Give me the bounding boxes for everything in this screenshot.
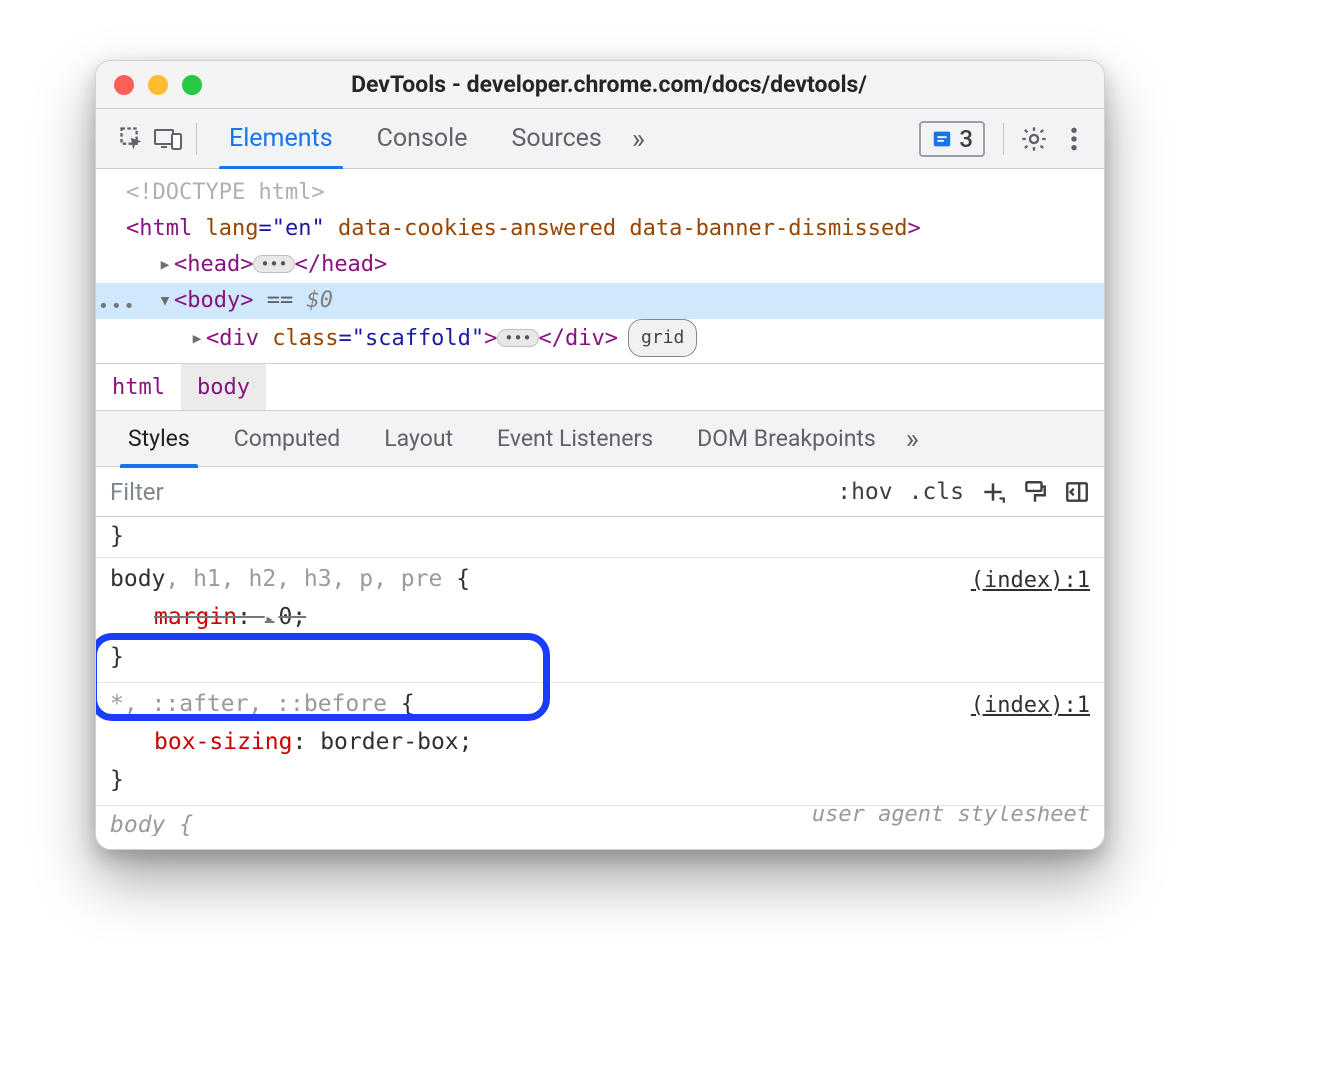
close-window-button[interactable] [114, 75, 134, 95]
expand-triangle-icon[interactable]: ▸ [158, 247, 172, 283]
ellipsis-icon[interactable]: ••• [253, 255, 294, 273]
styles-tools: :hov .cls [837, 479, 1104, 505]
user-agent-label: user agent stylesheet [812, 806, 1090, 834]
dom-html-element[interactable]: <html lang="en" data-cookies-answered da… [96, 211, 1104, 247]
plus-icon [980, 479, 1006, 505]
style-selector[interactable]: body, h1, h2, h3, p, pre { [110, 560, 1090, 598]
style-rule-truncated[interactable]: } [96, 517, 1104, 558]
styles-subtabs: Styles Computed Layout Event Listeners D… [96, 411, 1104, 467]
computed-sidebar-toggle[interactable] [1064, 479, 1090, 505]
style-rule-user-agent[interactable]: body { user agent stylesheet [96, 806, 1104, 836]
settings-button[interactable] [1014, 119, 1054, 159]
style-rule-universal[interactable]: (index):1 *, ::after, ::before { box-siz… [96, 683, 1104, 806]
more-subtabs-button[interactable]: » [898, 422, 927, 455]
subtab-event-listeners[interactable]: Event Listeners [475, 411, 675, 467]
more-menu-button[interactable] [1054, 119, 1094, 159]
styles-pane[interactable]: } (index):1 body, h1, h2, h3, p, pre { m… [96, 517, 1104, 849]
dom-head-element[interactable]: ▸<head>•••</head> [96, 247, 1104, 283]
hov-toggle[interactable]: :hov [837, 479, 892, 505]
dom-tree-panel[interactable]: <!DOCTYPE html> <html lang="en" data-coo… [96, 169, 1104, 363]
gear-icon [1020, 125, 1048, 153]
device-toggle-icon[interactable] [150, 121, 186, 157]
issues-badge[interactable]: 3 [919, 121, 985, 157]
inspect-element-icon[interactable] [114, 121, 150, 157]
dom-announcement-banner[interactable]: ▸<announcement-banner class="cookie-bann… [96, 357, 1104, 363]
grid-badge[interactable]: grid [628, 319, 697, 357]
toolbar-divider-2 [1003, 123, 1004, 155]
window-titlebar: DevTools - developer.chrome.com/docs/dev… [96, 61, 1104, 109]
sidebar-icon [1064, 479, 1090, 505]
collapse-triangle-icon[interactable]: ▾ [158, 283, 172, 319]
breadcrumb-body[interactable]: body [181, 364, 266, 410]
new-style-rule-button[interactable] [980, 479, 1006, 505]
window-title: DevTools - developer.chrome.com/docs/dev… [132, 71, 1086, 98]
main-toolbar: Elements Console Sources » 3 [96, 109, 1104, 169]
style-declaration-margin[interactable]: margin: ▸0; [110, 598, 1090, 638]
dom-doctype[interactable]: <!DOCTYPE html> [96, 175, 1104, 211]
style-declaration-box-sizing[interactable]: box-sizing: border-box; [110, 723, 1090, 761]
expand-triangle-icon[interactable]: ▸ [190, 357, 204, 363]
dom-body-element[interactable]: ▾<body> == $0 [96, 283, 1104, 319]
kebab-icon [1070, 126, 1078, 152]
devtools-window: DevTools - developer.chrome.com/docs/dev… [95, 60, 1105, 850]
expand-shorthand-icon[interactable]: ▸ [265, 609, 275, 628]
subtab-computed[interactable]: Computed [212, 411, 363, 467]
issues-icon [931, 128, 953, 150]
issues-count: 3 [959, 125, 973, 153]
ellipsis-icon[interactable]: ••• [497, 329, 538, 347]
style-rule-body-headings[interactable]: (index):1 body, h1, h2, h3, p, pre { mar… [96, 558, 1104, 683]
toolbar-divider [196, 123, 197, 155]
style-source-link[interactable]: (index):1 [971, 562, 1090, 600]
dom-breadcrumbs: html body [96, 363, 1104, 411]
style-selector[interactable]: *, ::after, ::before { [110, 685, 1090, 723]
tab-sources[interactable]: Sources [489, 109, 623, 169]
more-tabs-button[interactable]: » [624, 122, 653, 155]
dom-div-scaffold[interactable]: ▸<div class="scaffold">•••</div>grid [96, 319, 1104, 357]
styles-filter-input[interactable] [96, 478, 837, 506]
more-actions-dots[interactable]: ••• [98, 289, 137, 325]
copy-styles-button[interactable] [1022, 479, 1048, 505]
expand-triangle-icon[interactable]: ▸ [190, 321, 204, 357]
style-source-link[interactable]: (index):1 [971, 687, 1090, 725]
tab-elements[interactable]: Elements [207, 109, 355, 169]
tab-console[interactable]: Console [355, 109, 490, 169]
subtab-layout[interactable]: Layout [362, 411, 475, 467]
subtab-styles[interactable]: Styles [106, 411, 212, 467]
breadcrumb-html[interactable]: html [96, 364, 181, 410]
cls-toggle[interactable]: .cls [909, 479, 964, 505]
paint-icon [1022, 479, 1048, 505]
main-tabs: Elements Console Sources » [207, 109, 919, 169]
subtab-dom-breakpoints[interactable]: DOM Breakpoints [675, 411, 898, 467]
styles-filter-row: :hov .cls [96, 467, 1104, 517]
